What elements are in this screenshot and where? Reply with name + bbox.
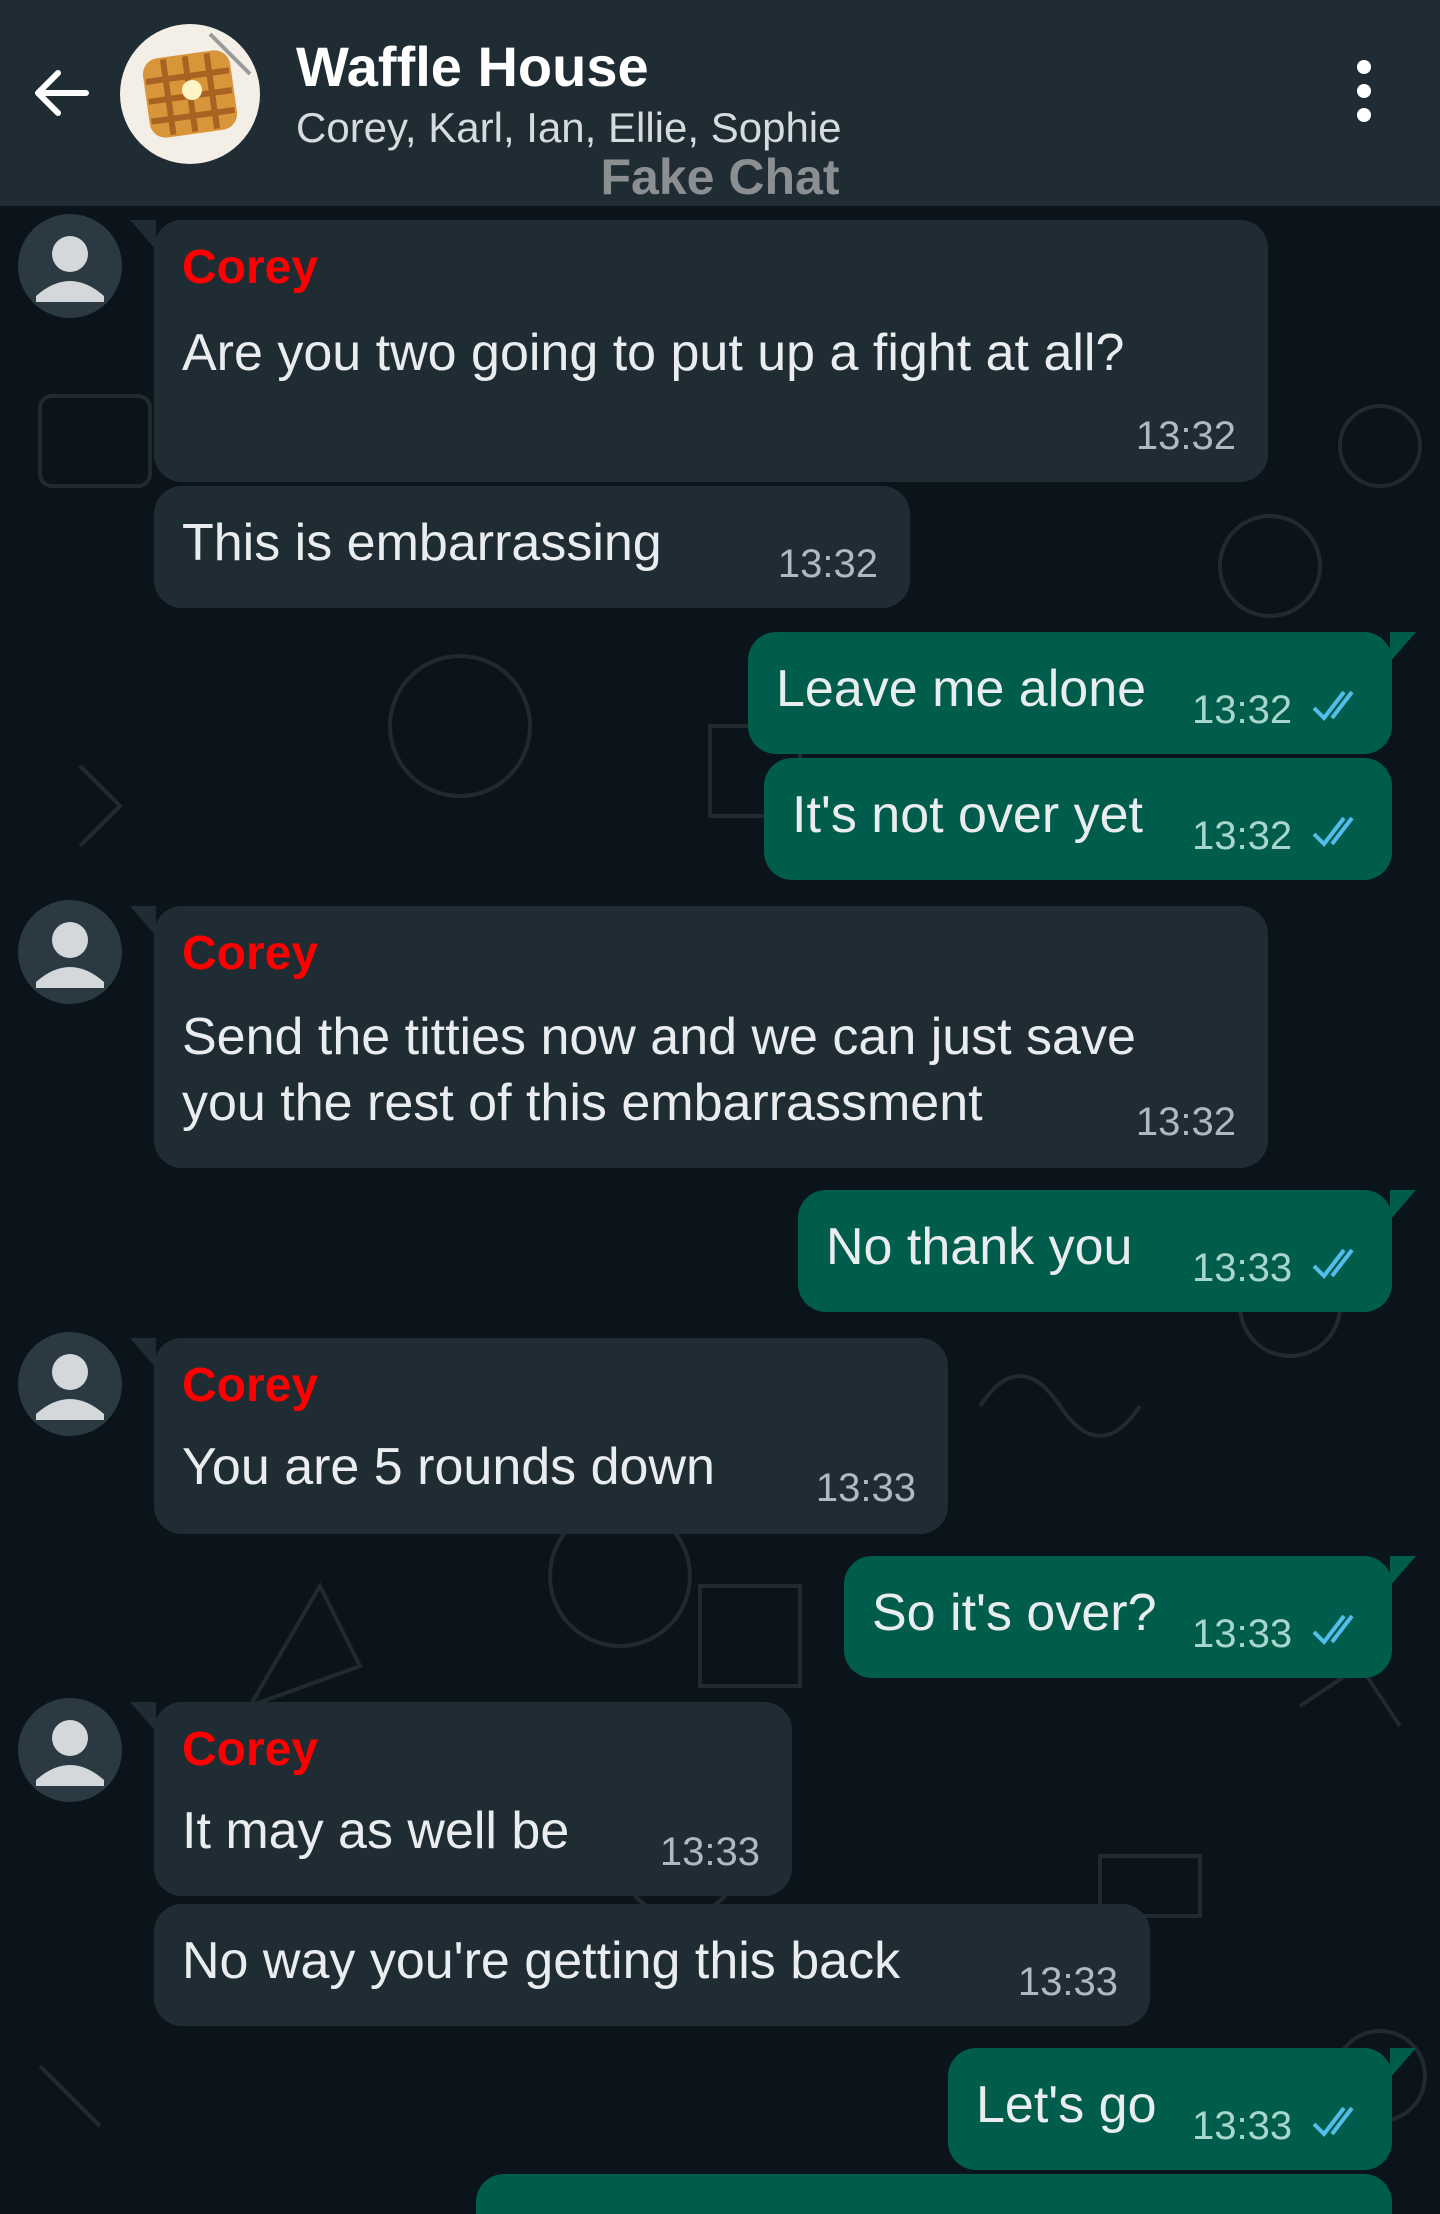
- sender-name[interactable]: Corey: [182, 240, 318, 295]
- group-avatar[interactable]: [120, 24, 260, 164]
- double-check-icon: [1312, 1614, 1354, 1646]
- message-time: 13:32: [1192, 688, 1293, 732]
- message-text: It may as well be: [182, 1802, 570, 1860]
- message-time: 13:33: [659, 1830, 760, 1874]
- message-text: Leave me alone: [776, 660, 1147, 718]
- avatar[interactable]: [18, 1698, 122, 1802]
- double-check-icon: [1312, 1248, 1354, 1280]
- avatar[interactable]: [18, 214, 122, 318]
- back-arrow-icon[interactable]: [28, 60, 94, 126]
- more-options-icon[interactable]: [1340, 60, 1388, 132]
- message-text: No thank you: [826, 1218, 1133, 1276]
- double-check-icon: [1312, 2106, 1354, 2138]
- message-time: 13:32: [1192, 814, 1293, 858]
- message-bubble-outgoing[interactable]: Let's go 13:33: [948, 2048, 1416, 2170]
- message-bubble-incoming[interactable]: Corey Are you two going to put up a figh…: [130, 220, 1268, 482]
- message-bubble-outgoing[interactable]: No thank you 13:33: [798, 1190, 1416, 1312]
- message-bubble-outgoing[interactable]: So it's over? 13:33: [844, 1556, 1416, 1678]
- message-time: 13:33: [1192, 2104, 1293, 2148]
- message-text: So it's over?: [872, 1584, 1157, 1642]
- message-bubble-incoming[interactable]: Corey It may as well be 13:33: [130, 1702, 792, 1896]
- message-time: 13:32: [1135, 414, 1236, 458]
- person-icon: [36, 236, 104, 302]
- double-check-icon: [1312, 690, 1354, 722]
- message-bubble-incoming[interactable]: Corey You are 5 rounds down 13:33: [130, 1338, 948, 1534]
- double-check-icon: [1312, 816, 1354, 848]
- bubble-tail: [1390, 1556, 1416, 1586]
- message-time: 13:33: [1192, 1612, 1293, 1656]
- bubble-tail: [130, 220, 156, 250]
- chat-header: Waffle House Corey, Karl, Ian, Ellie, So…: [0, 0, 1440, 206]
- message-time: 13:33: [815, 1466, 916, 1510]
- message-text-line: you the rest of this embarrassment: [182, 1074, 983, 1132]
- message-text: Let's go: [976, 2076, 1157, 2134]
- message-text: You are 5 rounds down: [182, 1438, 715, 1496]
- message-text: This is embarrassing: [182, 514, 662, 572]
- message-bubble-incoming[interactable]: No way you're getting this back 13:33: [154, 1904, 1150, 2026]
- message-bubble-outgoing[interactable]: Leave me alone 13:32: [748, 632, 1416, 754]
- avatar[interactable]: [18, 900, 122, 1004]
- waffle-icon: [142, 32, 252, 138]
- bubble-tail: [130, 1338, 156, 1368]
- watermark: Fake Chat: [600, 149, 840, 205]
- avatar[interactable]: [18, 1332, 122, 1436]
- bubble-tail: [1390, 1190, 1416, 1220]
- sender-name[interactable]: Corey: [182, 1722, 318, 1777]
- message-bubble-incoming[interactable]: Corey Send the titties now and we can ju…: [130, 906, 1268, 1168]
- message-text: No way you're getting this back: [182, 1932, 901, 1990]
- message-bubble-outgoing-partial[interactable]: [476, 2174, 1392, 2214]
- message-time: 13:32: [1135, 1100, 1236, 1144]
- person-icon: [36, 1720, 104, 1786]
- chat-title[interactable]: Waffle House: [296, 34, 649, 99]
- message-text: It's not over yet: [792, 786, 1143, 844]
- message-time: 13:33: [1017, 1960, 1118, 2004]
- message-bubble-incoming[interactable]: This is embarrassing 13:32: [154, 486, 910, 608]
- bubble-tail: [1390, 2048, 1416, 2078]
- sender-name[interactable]: Corey: [182, 926, 318, 981]
- message-bubble-outgoing[interactable]: It's not over yet 13:32: [764, 758, 1392, 880]
- bubble-tail: [130, 1702, 156, 1732]
- person-icon: [36, 922, 104, 988]
- message-text: Are you two going to put up a fight at a…: [182, 324, 1125, 382]
- chat-members[interactable]: Corey, Karl, Ian, Ellie, Sophie: [296, 104, 842, 152]
- message-time: 13:32: [777, 542, 878, 586]
- sender-name[interactable]: Corey: [182, 1358, 318, 1413]
- message-text-line: Send the titties now and we can just sav…: [182, 1008, 1136, 1066]
- bubble-tail: [130, 906, 156, 936]
- message-time: 13:33: [1192, 1246, 1293, 1290]
- person-icon: [36, 1354, 104, 1420]
- bubble-tail: [1390, 632, 1416, 662]
